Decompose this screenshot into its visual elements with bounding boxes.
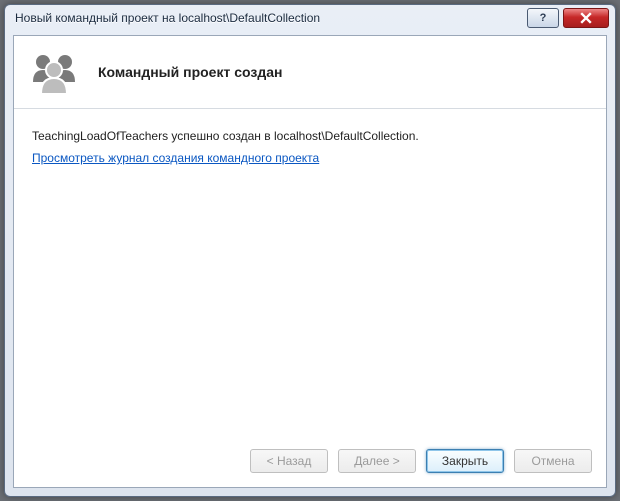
wizard-footer: < Назад Далее > Закрыть Отмена — [14, 439, 606, 487]
client-area: Командный проект создан TeachingLoadOfTe… — [13, 35, 607, 488]
wizard-header: Командный проект создан — [14, 36, 606, 109]
view-log-link[interactable]: Просмотреть журнал создания командного п… — [32, 151, 319, 165]
next-button: Далее > — [338, 449, 416, 473]
status-text: TeachingLoadOfTeachers успешно создан в … — [32, 127, 588, 145]
window-title: Новый командный проект на localhost\Defa… — [15, 11, 527, 25]
help-icon: ? — [540, 12, 547, 24]
close-icon — [580, 12, 592, 24]
help-button[interactable]: ? — [527, 8, 559, 28]
dialog-window: Новый командный проект на localhost\Defa… — [4, 4, 616, 497]
close-button[interactable]: Закрыть — [426, 449, 504, 473]
close-window-button[interactable] — [563, 8, 609, 28]
team-icon — [28, 50, 80, 94]
back-button: < Назад — [250, 449, 328, 473]
titlebar-buttons: ? — [527, 8, 609, 28]
cancel-button: Отмена — [514, 449, 592, 473]
wizard-heading: Командный проект создан — [98, 64, 282, 80]
titlebar[interactable]: Новый командный проект на localhost\Defa… — [5, 5, 615, 31]
wizard-body: TeachingLoadOfTeachers успешно создан в … — [14, 109, 606, 439]
